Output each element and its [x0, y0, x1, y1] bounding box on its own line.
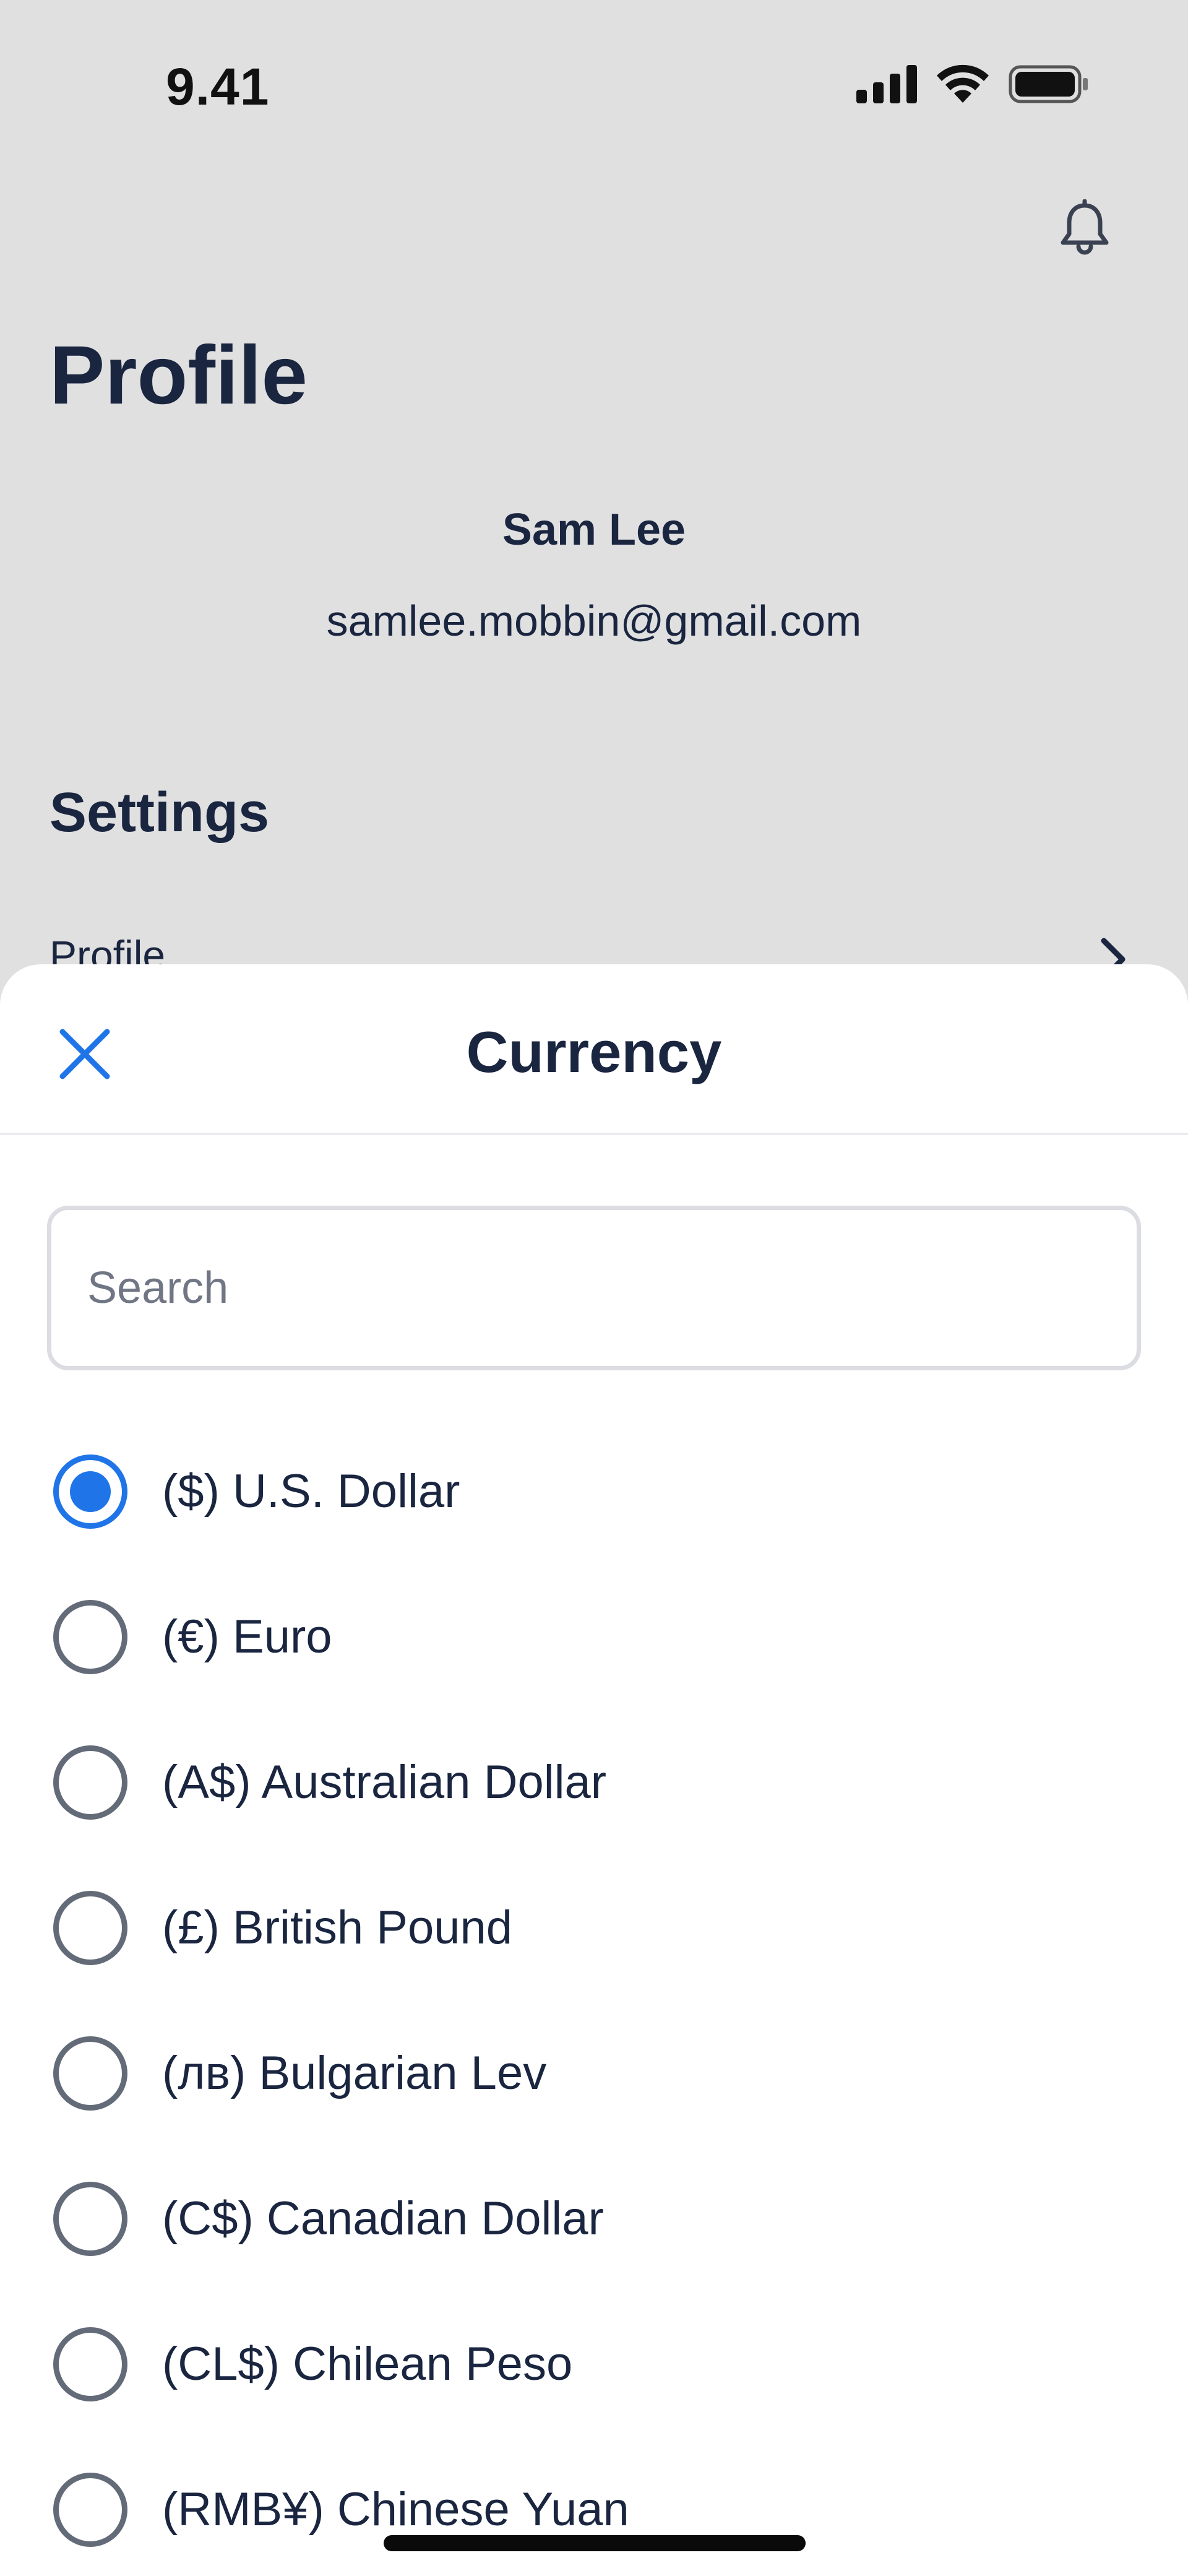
- status-bar: 9.41: [0, 0, 1188, 173]
- currency-option-cny[interactable]: (RMB¥) Chinese Yuan: [0, 2437, 1188, 2576]
- sheet-header: Currency: [0, 964, 1188, 1135]
- currency-option-aud[interactable]: (A$) Australian Dollar: [0, 1709, 1188, 1855]
- currency-label: (RMB¥) Chinese Yuan: [162, 2483, 629, 2536]
- home-indicator: [384, 2535, 806, 2551]
- currency-label: (CL$) Chilean Peso: [162, 2338, 573, 2390]
- currency-label: (A$) Australian Dollar: [162, 1756, 607, 1809]
- radio-button[interactable]: [53, 2181, 127, 2256]
- radio-button[interactable]: [53, 2036, 127, 2111]
- currency-label: (£) British Pound: [162, 1901, 513, 1954]
- cellular-signal-icon: [856, 65, 917, 103]
- radio-button[interactable]: [53, 1745, 127, 1820]
- radio-button[interactable]: [53, 1599, 127, 1674]
- search-input[interactable]: [51, 1210, 1137, 1366]
- screen: 9.41 Profile Sam Lee samlee.mobbin@gmail…: [0, 0, 1188, 2576]
- wifi-icon: [937, 64, 989, 103]
- currency-option-eur[interactable]: (€) Euro: [0, 1564, 1188, 1709]
- status-icons: [856, 64, 1089, 104]
- battery-icon: [1009, 65, 1088, 103]
- search-field: [47, 1206, 1141, 1370]
- currency-option-clp[interactable]: (CL$) Chilean Peso: [0, 2291, 1188, 2437]
- profile-name: Sam Lee: [502, 505, 686, 555]
- radio-button-selected[interactable]: [53, 1454, 127, 1529]
- settings-section-title: Settings: [50, 782, 270, 844]
- status-time: 9.41: [166, 58, 270, 116]
- currency-label: (€) Euro: [162, 1610, 332, 1663]
- currency-option-bgn[interactable]: (лв) Bulgarian Lev: [0, 2000, 1188, 2146]
- currency-option-usd[interactable]: ($) U.S. Dollar: [0, 1419, 1188, 1564]
- currency-option-gbp[interactable]: (£) British Pound: [0, 1855, 1188, 2000]
- bell-icon[interactable]: [1056, 199, 1114, 257]
- sheet-title: Currency: [466, 1019, 722, 1084]
- currency-list: ($) U.S. Dollar (€) Euro (A$) Australian…: [0, 1419, 1188, 2576]
- currency-option-cad[interactable]: (C$) Canadian Dollar: [0, 2146, 1188, 2291]
- page-title: Profile: [50, 329, 308, 421]
- currency-label: ($) U.S. Dollar: [162, 1465, 460, 1518]
- currency-label: (C$) Canadian Dollar: [162, 2192, 604, 2245]
- radio-button[interactable]: [53, 2472, 127, 2547]
- profile-email: samlee.mobbin@gmail.com: [326, 597, 862, 645]
- currency-label: (лв) Bulgarian Lev: [162, 2047, 547, 2099]
- currency-sheet: Currency ($) U.S. Dollar (€) Euro (A$) A…: [0, 964, 1188, 2576]
- radio-button[interactable]: [53, 1890, 127, 1965]
- radio-button[interactable]: [53, 2327, 127, 2401]
